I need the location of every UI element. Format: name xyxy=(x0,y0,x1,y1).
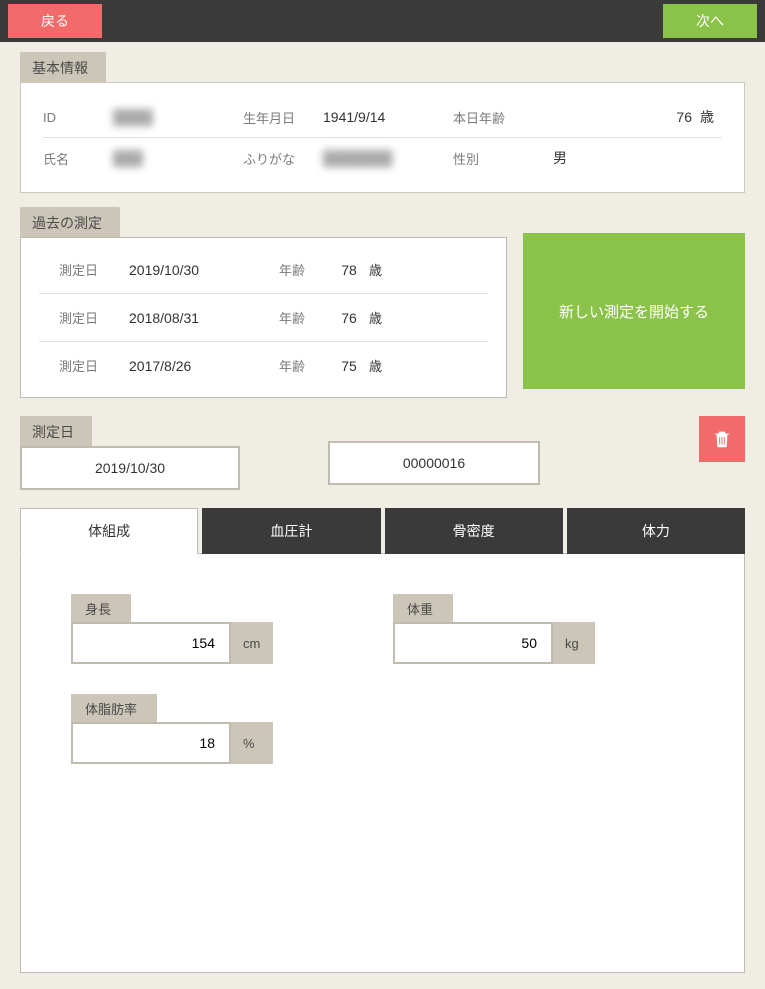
tab-bone-density[interactable]: 骨密度 xyxy=(385,508,563,554)
furigana-value: ███████ xyxy=(323,150,392,166)
measure-date-title: 測定日 xyxy=(20,416,92,446)
height-unit: cm xyxy=(231,636,259,651)
past-age-unit: 歳 xyxy=(369,260,382,279)
name-value: ███ xyxy=(113,150,143,166)
past-date-label: 測定日 xyxy=(59,356,129,375)
start-new-measurement-button[interactable]: 新しい測定を開始する xyxy=(523,233,745,389)
past-age-label: 年齢 xyxy=(279,308,329,327)
tabs-section: 体組成 血圧計 骨密度 体力 身長 cm 体重 kg xyxy=(20,508,745,973)
past-row[interactable]: 測定日 2018/08/31 年齢 76 歳 xyxy=(39,294,488,342)
weight-unit: kg xyxy=(553,636,581,651)
today-age-label: 本日年齢 xyxy=(453,108,603,127)
past-age-label: 年齢 xyxy=(279,260,329,279)
tab-body-composition[interactable]: 体組成 xyxy=(20,508,198,554)
body-fat-field: 体脂肪率 % xyxy=(71,694,273,764)
height-field: 身長 cm xyxy=(71,594,273,664)
height-input[interactable] xyxy=(71,622,231,664)
weight-input[interactable] xyxy=(393,622,553,664)
past-measurements-section: 過去の測定 測定日 2019/10/30 年齢 78 歳 測定日 2018/08… xyxy=(20,207,507,398)
id-value: ████ xyxy=(113,109,153,125)
past-age-value: 78 xyxy=(329,262,369,278)
basic-info-title: 基本情報 xyxy=(20,52,106,82)
basic-info-section: 基本情報 ID ████ 生年月日 1941/9/14 本日年齢 76 歳 氏名… xyxy=(20,52,745,193)
id-label: ID xyxy=(43,110,113,125)
height-label: 身長 xyxy=(71,594,131,622)
past-age-label: 年齢 xyxy=(279,356,329,375)
dob-value: 1941/9/14 xyxy=(323,109,453,125)
measure-date-value[interactable]: 2019/10/30 xyxy=(20,446,240,490)
measure-date-section: 測定日 2019/10/30 xyxy=(20,416,240,490)
next-button[interactable]: 次へ xyxy=(663,4,757,38)
sex-value: 男 xyxy=(523,148,567,168)
past-age-unit: 歳 xyxy=(369,308,382,327)
tab-physical-strength[interactable]: 体力 xyxy=(567,508,745,554)
back-button[interactable]: 戻る xyxy=(8,4,102,38)
tab-body: 身長 cm 体重 kg 体脂肪率 xyxy=(20,553,745,973)
past-row[interactable]: 測定日 2017/8/26 年齢 75 歳 xyxy=(39,342,488,389)
weight-field: 体重 kg xyxy=(393,594,595,664)
top-bar: 戻る 次へ xyxy=(0,0,765,42)
basic-info-box: ID ████ 生年月日 1941/9/14 本日年齢 76 歳 氏名 ███ … xyxy=(20,82,745,193)
body-fat-unit: % xyxy=(231,736,259,751)
dob-label: 生年月日 xyxy=(243,108,323,127)
delete-button[interactable] xyxy=(699,416,745,462)
weight-label: 体重 xyxy=(393,594,453,622)
past-title: 過去の測定 xyxy=(20,207,120,237)
measure-record-id[interactable]: 00000016 xyxy=(328,441,540,485)
today-age-value: 76 xyxy=(603,109,692,125)
past-age-value: 75 xyxy=(329,358,369,374)
sex-label: 性別 xyxy=(453,149,523,168)
body-fat-input[interactable] xyxy=(71,722,231,764)
past-age-unit: 歳 xyxy=(369,356,382,375)
past-date-value: 2018/08/31 xyxy=(129,310,279,326)
past-date-value: 2017/8/26 xyxy=(129,358,279,374)
furigana-label: ふりがな xyxy=(243,149,323,168)
trash-icon xyxy=(711,428,733,450)
past-date-value: 2019/10/30 xyxy=(129,262,279,278)
past-age-value: 76 xyxy=(329,310,369,326)
name-label: 氏名 xyxy=(43,149,113,168)
tab-blood-pressure[interactable]: 血圧計 xyxy=(202,508,380,554)
past-date-label: 測定日 xyxy=(59,260,129,279)
past-row[interactable]: 測定日 2019/10/30 年齢 78 歳 xyxy=(39,246,488,294)
body-fat-label: 体脂肪率 xyxy=(71,694,157,722)
past-date-label: 測定日 xyxy=(59,308,129,327)
age-unit: 歳 xyxy=(692,107,722,127)
